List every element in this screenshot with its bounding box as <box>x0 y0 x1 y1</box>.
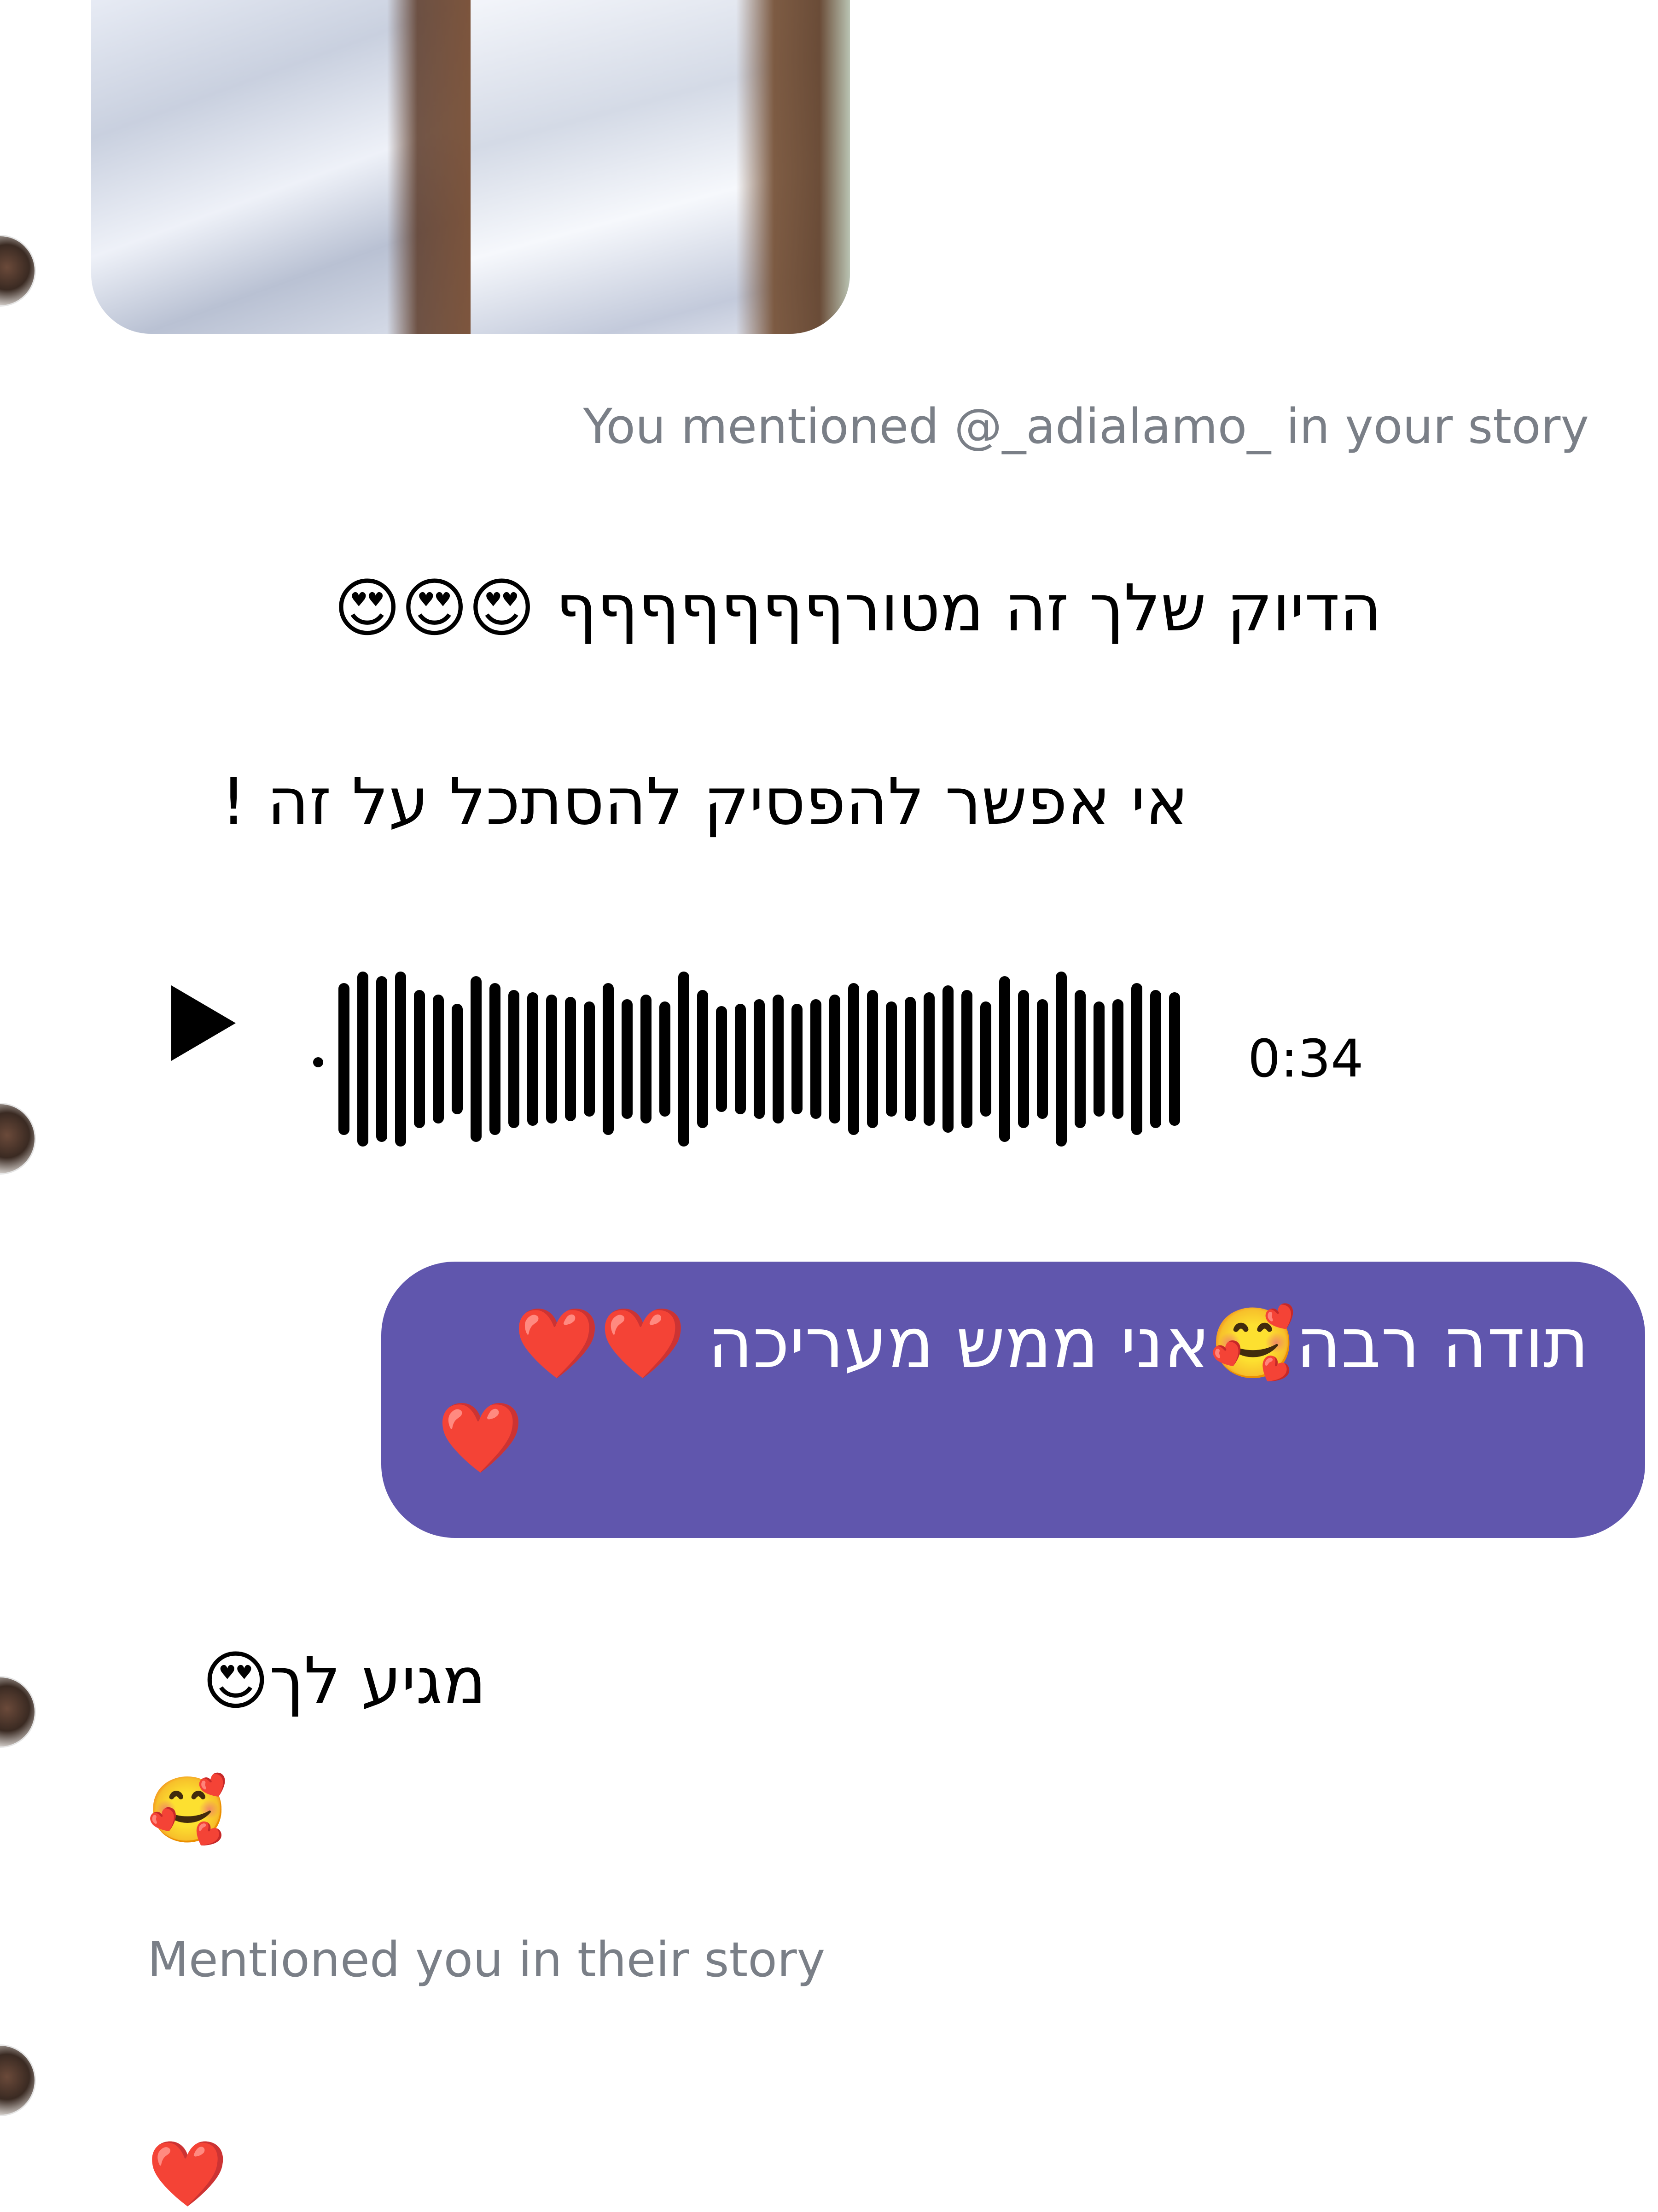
waveform-bar <box>980 1001 991 1117</box>
waveform-bar <box>754 999 765 1119</box>
waveform-bar <box>1169 992 1180 1126</box>
waveform-bar <box>735 1004 746 1114</box>
waveform-bar <box>659 1001 670 1117</box>
waveform-bar <box>716 1006 727 1112</box>
outgoing-message-line: תודה רבה🥰אני ממש מעריכה ❤️❤️ <box>514 1304 1589 1384</box>
waveform-bar <box>791 1004 803 1114</box>
waveform-bar <box>1094 1001 1105 1117</box>
voice-duration: 0:34 <box>1248 1029 1364 1089</box>
incoming-message[interactable]: הדיוק שלך זה מטורףףףףףףף 😍😍😍 <box>334 571 1382 646</box>
waveform-bar <box>697 990 708 1128</box>
waveform-bar <box>810 999 821 1119</box>
play-icon[interactable] <box>171 985 236 1061</box>
waveform-bar <box>1112 999 1123 1119</box>
contact-avatar[interactable] <box>0 1676 36 1748</box>
waveform-bar <box>527 992 538 1126</box>
waveform-bar <box>999 976 1010 1142</box>
outgoing-message-line: ❤️ <box>437 1398 524 1478</box>
waveform-bar <box>489 983 500 1135</box>
waveform-bar <box>1075 990 1086 1128</box>
incoming-emoji-message[interactable]: ❤️ <box>147 2136 227 2212</box>
waveform-bar <box>961 990 972 1128</box>
waveform-bar <box>1056 972 1067 1147</box>
waveform-bar <box>678 972 689 1147</box>
waveform-bar <box>1037 999 1048 1119</box>
voice-waveform[interactable] <box>338 967 1186 1151</box>
waveform-bar <box>886 1001 897 1117</box>
waveform-bar <box>508 990 519 1128</box>
contact-avatar[interactable] <box>0 1103 36 1175</box>
waveform-bar <box>1131 983 1142 1135</box>
story-image-right <box>471 0 850 334</box>
waveform-bar <box>1018 990 1029 1128</box>
waveform-bar <box>773 995 784 1123</box>
waveform-bar <box>452 1004 463 1114</box>
waveform-bar <box>357 972 368 1147</box>
waveform-bar <box>942 985 954 1133</box>
waveform-bar <box>546 995 557 1123</box>
incoming-emoji-message[interactable]: 🥰 <box>147 1773 227 1848</box>
waveform-bar <box>848 983 859 1135</box>
waveform-bar <box>338 983 349 1135</box>
contact-avatar[interactable] <box>0 2044 36 2116</box>
story-image[interactable] <box>91 0 850 334</box>
waveform-bar <box>584 1001 595 1117</box>
waveform-bar <box>640 995 652 1123</box>
waveform-bar <box>414 990 425 1128</box>
waveform-bar <box>905 997 916 1121</box>
waveform-bar <box>376 976 387 1142</box>
waveform-bar <box>395 972 406 1147</box>
waveform-bar <box>622 999 633 1119</box>
waveform-start-dot <box>313 1057 323 1067</box>
waveform-bar <box>829 995 840 1123</box>
incoming-message[interactable]: אי אפשר להפסיק להסתכל על זה ! <box>221 764 1188 839</box>
story-mention-caption: Mentioned you in their story <box>147 1932 826 1988</box>
incoming-message[interactable]: מגיע לך😍 <box>202 1644 486 1719</box>
waveform-bar <box>471 976 482 1142</box>
waveform-bar <box>924 992 935 1126</box>
story-mention-caption: You mentioned @_adialamo_ in your story <box>583 398 1589 454</box>
story-image-left <box>91 0 471 334</box>
waveform-bar <box>867 990 878 1128</box>
waveform-bar <box>603 983 614 1135</box>
waveform-bar <box>1150 990 1161 1128</box>
contact-avatar[interactable] <box>0 235 36 307</box>
waveform-bar <box>433 995 444 1123</box>
waveform-bar <box>565 997 576 1121</box>
